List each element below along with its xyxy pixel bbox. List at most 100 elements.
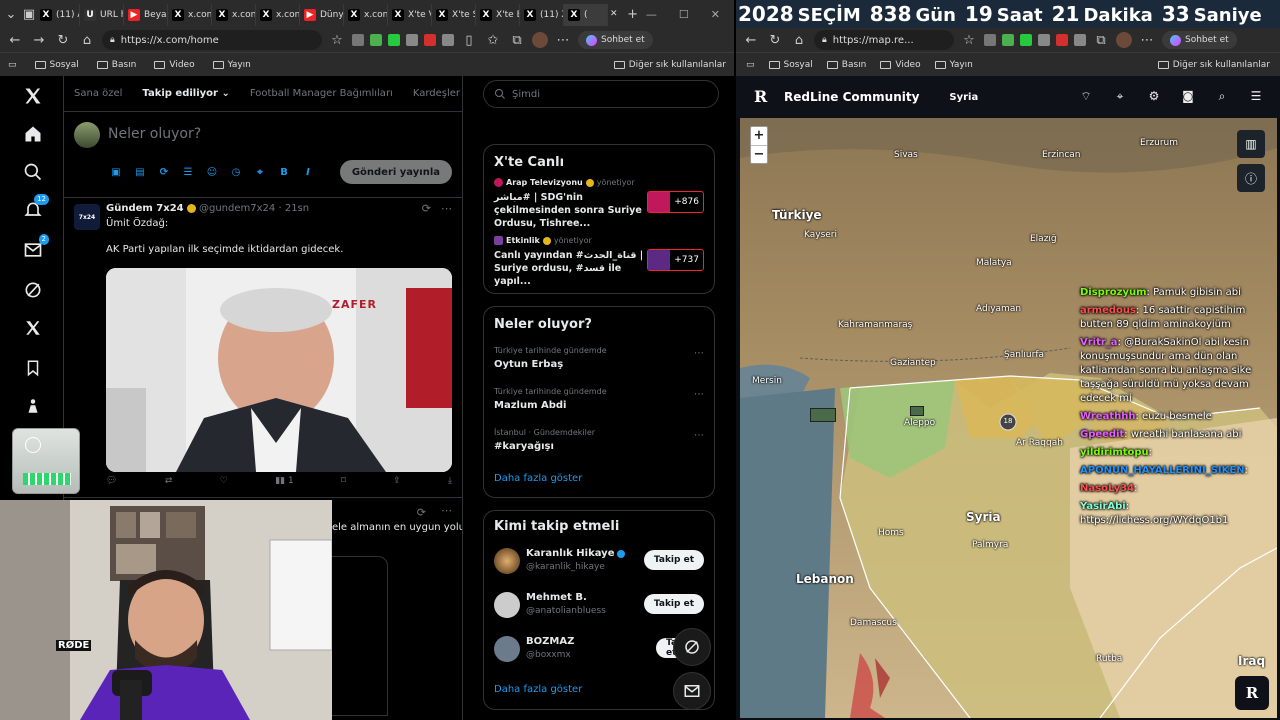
views-icon[interactable]: ▮▮ 1 (275, 476, 294, 486)
italic-icon[interactable]: I (300, 164, 316, 180)
tweet2-media-frame[interactable] (332, 556, 388, 716)
maximize-icon[interactable]: ☐ (679, 8, 689, 21)
minimize-icon[interactable]: — (646, 8, 657, 21)
extension-icon[interactable] (984, 34, 996, 46)
address-bar[interactable]: 🔒︎ https://map.re... (814, 30, 954, 50)
tab-for-you[interactable]: Sana özel (64, 88, 132, 99)
tab-football-manager[interactable]: Football Manager Bağımlıları (240, 88, 403, 99)
zoom-out-button[interactable]: − (751, 145, 767, 163)
suggestion-avatar[interactable] (494, 548, 520, 574)
like-heart-icon[interactable]: ♡ (220, 476, 228, 486)
chat-username[interactable]: yildirimtopu (1080, 447, 1149, 458)
copilot-chat-button[interactable]: Sohbet et (1162, 31, 1237, 49)
browser-tab[interactable]: ▶ Düny (300, 4, 344, 26)
live-item[interactable]: Etkinlik yönetiyor Canlı yayından #قناة_ا… (494, 236, 704, 294)
map-info-icon[interactable]: ⓘ (1237, 164, 1265, 192)
chat-username[interactable]: Wreathhh (1080, 411, 1135, 422)
post-button[interactable]: Gönderi yayınla (339, 160, 452, 184)
browser-tab[interactable]: Xx.con (344, 4, 388, 26)
media-icon[interactable]: ▣ (108, 164, 124, 180)
show-more-trends-link[interactable]: Daha fazla göster (494, 473, 704, 484)
tweet-avatar[interactable]: 7x24 (74, 204, 100, 230)
tweet-handle[interactable]: @gundem7x24 (199, 203, 275, 214)
trend-more-icon[interactable]: ⋯ (694, 389, 704, 400)
forward-icon[interactable]: → (30, 31, 48, 49)
browser-tab[interactable]: Xx.con (168, 4, 212, 26)
chat-username[interactable]: armedous (1080, 305, 1136, 316)
extension-icon[interactable] (370, 34, 382, 46)
chat-username[interactable]: NasoLy34 (1080, 483, 1134, 494)
browser-tab[interactable]: ▶ Beyaz (124, 4, 168, 26)
bookmark-sosyal[interactable]: Sosyal (34, 60, 79, 70)
menu-dots-icon[interactable]: ⋯ (1138, 31, 1156, 49)
extension-icon[interactable] (1020, 34, 1032, 46)
chat-username[interactable]: YasirAbi (1080, 501, 1126, 512)
follow-suggestion[interactable]: BOZMAZ @boxxmx Takip et (494, 634, 704, 678)
cluster-marker-count[interactable]: 18 (1001, 417, 1015, 425)
browser-tab[interactable]: X (11) X (520, 4, 564, 26)
bookmark-tweet-icon[interactable]: ⌑ (341, 476, 346, 486)
tweet-image[interactable]: ZAFER (106, 268, 452, 472)
grok-explain-icon[interactable]: ⟳ (422, 202, 431, 215)
bookmark-yayin[interactable]: Yayın (212, 60, 251, 70)
chat-username[interactable]: Disprozyum (1080, 287, 1147, 298)
chat-username[interactable]: Gpeedit (1080, 429, 1124, 440)
extension-icon[interactable] (1038, 34, 1050, 46)
reload-icon[interactable]: ↻ (54, 31, 72, 49)
messages-envelope-icon[interactable]: 2 (21, 234, 49, 262)
location-pin-icon[interactable]: ⌖ (1112, 88, 1128, 104)
split-screen-icon[interactable]: ▯ (460, 31, 478, 49)
tweet2-grok-icon[interactable]: ⟳ (417, 506, 426, 519)
workspaces-icon[interactable]: ▣ (22, 5, 36, 23)
syria-map[interactable]: 18 + − ▥ ⓘ Türkiye Syria Lebanon Iraq Si… (740, 118, 1277, 718)
compose-input[interactable]: Neler oluyor? (108, 126, 201, 142)
retweet-icon[interactable]: ⇄ (165, 476, 173, 486)
jobs-flask-icon[interactable] (21, 394, 45, 418)
bookmark-basin[interactable]: Basın (96, 60, 136, 70)
premium-x-icon[interactable] (21, 316, 45, 340)
extension-icon[interactable] (442, 34, 454, 46)
copilot-chat-button[interactable]: Sohbet et (578, 31, 653, 49)
bookmark-yayin[interactable]: Yayın (934, 60, 973, 70)
bold-icon[interactable]: B (276, 164, 292, 180)
extension-icon[interactable] (388, 34, 400, 46)
browser-tab[interactable]: Xx.con (256, 4, 300, 26)
schedule-icon[interactable]: ◷ (228, 164, 244, 180)
chat-username[interactable]: Vritr_a (1080, 337, 1118, 348)
new-tab-button[interactable]: + (624, 5, 642, 23)
extension-icon[interactable] (406, 34, 418, 46)
tweet2-more-icon[interactable]: ⋯ (441, 504, 452, 517)
download-icon[interactable]: ⤓ (448, 476, 452, 486)
home-icon[interactable]: ⌂ (78, 31, 96, 49)
redline-logo[interactable]: R (754, 87, 774, 107)
close-window-icon[interactable]: ✕ (711, 8, 720, 21)
grok-icon[interactable] (21, 278, 45, 302)
extension-icon[interactable] (1056, 34, 1068, 46)
gif-icon[interactable]: ▤ (132, 164, 148, 180)
follow-suggestion[interactable]: Karanlık Hikaye @karanlik_hikaye Takip e… (494, 546, 704, 590)
collections-icon[interactable]: ⧉ (1092, 31, 1110, 49)
x-logo-icon[interactable] (21, 84, 45, 108)
settings-gear-icon[interactable]: ⚙︎ (1146, 88, 1162, 104)
map-layers-icon[interactable]: ▥ (1237, 130, 1265, 158)
browser-tab[interactable]: U URL h (80, 4, 124, 26)
trend-item[interactable]: İstanbul · Gündemdekiler #karyağışı ⋯ (494, 428, 704, 469)
back-icon[interactable]: ← (6, 31, 24, 49)
bookmark-sosyal[interactable]: Sosyal (768, 60, 813, 70)
camera-icon[interactable]: ◙ (1180, 88, 1196, 104)
share-icon[interactable]: ⇪ (393, 476, 401, 486)
home-icon[interactable]: ⌂ (790, 31, 808, 49)
trend-item[interactable]: Türkiye tarihinde gündemde Oytun Erbaş ⋯ (494, 346, 704, 387)
suggestion-avatar[interactable] (494, 636, 520, 662)
follow-button[interactable]: Takip et (643, 550, 704, 570)
follow-suggestion[interactable]: Mehmet B. @anatolianbluess Takip et (494, 590, 704, 634)
chat-username[interactable]: APONUN_HAYALLERINI_SIKEN (1080, 465, 1245, 476)
reload-icon[interactable]: ↻ (766, 31, 784, 49)
profile-avatar[interactable] (1116, 32, 1132, 48)
explore-search-icon[interactable] (21, 160, 45, 184)
star-icon[interactable]: ☆ (960, 31, 978, 49)
location-icon[interactable]: ⌖ (252, 164, 268, 180)
bookmarks-icon[interactable] (21, 356, 45, 380)
search-icon[interactable]: ⌕ (1214, 88, 1230, 104)
tweet[interactable]: 7x24 Gündem 7x24 @gundem7x24 · 21sn ⟳ ⋯ … (64, 198, 462, 498)
